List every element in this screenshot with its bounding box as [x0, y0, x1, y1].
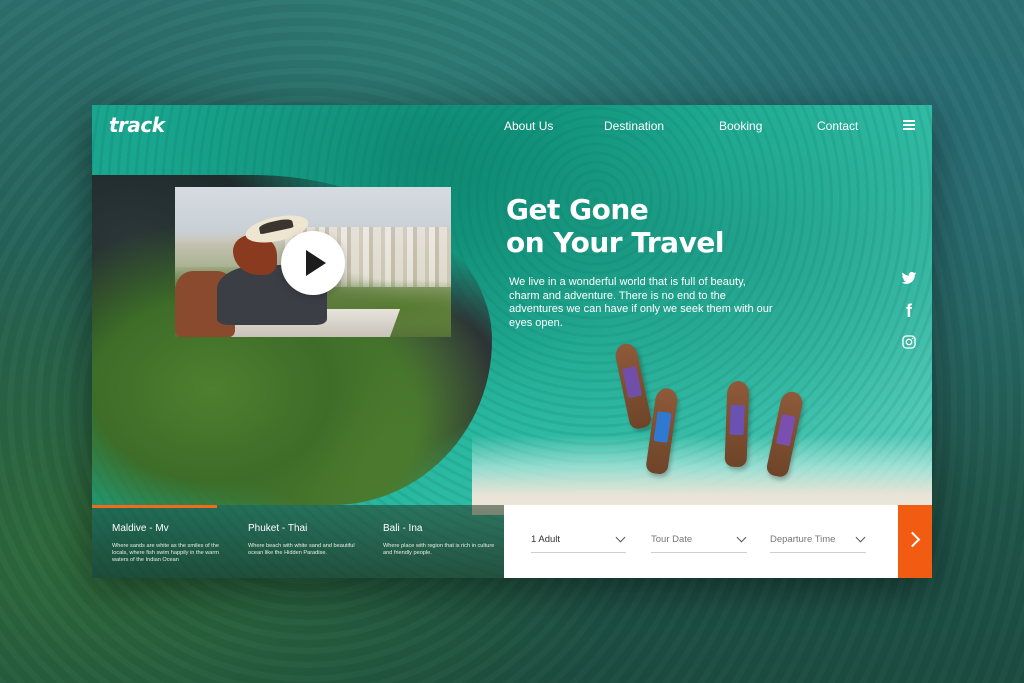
video-thumbnail[interactable]: [175, 187, 451, 337]
destination-name: Bali - Ina: [383, 523, 423, 534]
destination-description: Where sands are white as the smiles of t…: [112, 543, 219, 563]
top-navbar: track About Us Destination Booking Conta…: [92, 105, 932, 149]
facebook-icon[interactable]: f: [900, 302, 918, 320]
play-button[interactable]: [281, 231, 345, 295]
destination-name: Maldive - Mv: [112, 523, 169, 534]
social-links: f: [900, 270, 920, 366]
tour-date-placeholder: Tour Date: [651, 534, 693, 545]
beach-shore: [472, 435, 932, 515]
destinations-strip: Maldive - Mv Where sands are white as th…: [92, 505, 504, 578]
play-icon: [306, 250, 326, 276]
destination-card-bali[interactable]: Bali - Ina Where place with region that …: [383, 523, 503, 557]
destination-description: Where beach with white sand and beautifu…: [248, 543, 355, 556]
guests-select[interactable]: 1 Adult: [531, 531, 626, 553]
departure-time-select[interactable]: Departure Time: [770, 531, 866, 553]
chevron-down-icon: [855, 532, 866, 543]
nav-contact[interactable]: Contact: [817, 119, 858, 133]
tour-date-select[interactable]: Tour Date: [651, 531, 747, 553]
departure-time-placeholder: Departure Time: [770, 534, 836, 545]
chevron-right-icon: [904, 531, 921, 548]
active-destination-indicator: [92, 505, 217, 508]
hero-card: track About Us Destination Booking Conta…: [92, 105, 932, 578]
hero-title: Get Gone on Your Travel: [506, 193, 826, 259]
boat-3: [724, 380, 750, 468]
nav-about-us[interactable]: About Us: [504, 119, 553, 133]
hero-description: We live in a wonderful world that is ful…: [509, 276, 773, 329]
guests-value: 1 Adult: [531, 534, 561, 545]
chevron-down-icon: [736, 532, 747, 543]
destination-card-maldive[interactable]: Maldive - Mv Where sands are white as th…: [112, 523, 232, 564]
instagram-icon[interactable]: [900, 334, 918, 352]
destination-card-phuket[interactable]: Phuket - Thai Where beach with white san…: [248, 523, 368, 557]
booking-form: 1 Adult Tour Date Departure Time: [504, 505, 898, 578]
twitter-icon[interactable]: [900, 270, 918, 288]
search-submit-button[interactable]: [898, 505, 932, 578]
hero-title-line1: Get Gone: [506, 193, 649, 226]
hamburger-menu-icon[interactable]: [903, 120, 915, 130]
main-nav: About Us Destination Booking Contact: [92, 119, 932, 135]
nav-destination[interactable]: Destination: [604, 119, 664, 133]
destination-name: Phuket - Thai: [248, 523, 308, 534]
destination-description: Where place with region that is rich in …: [383, 543, 495, 556]
chevron-down-icon: [615, 532, 626, 543]
nav-booking[interactable]: Booking: [719, 119, 762, 133]
hero-title-line2: on Your Travel: [506, 226, 724, 259]
